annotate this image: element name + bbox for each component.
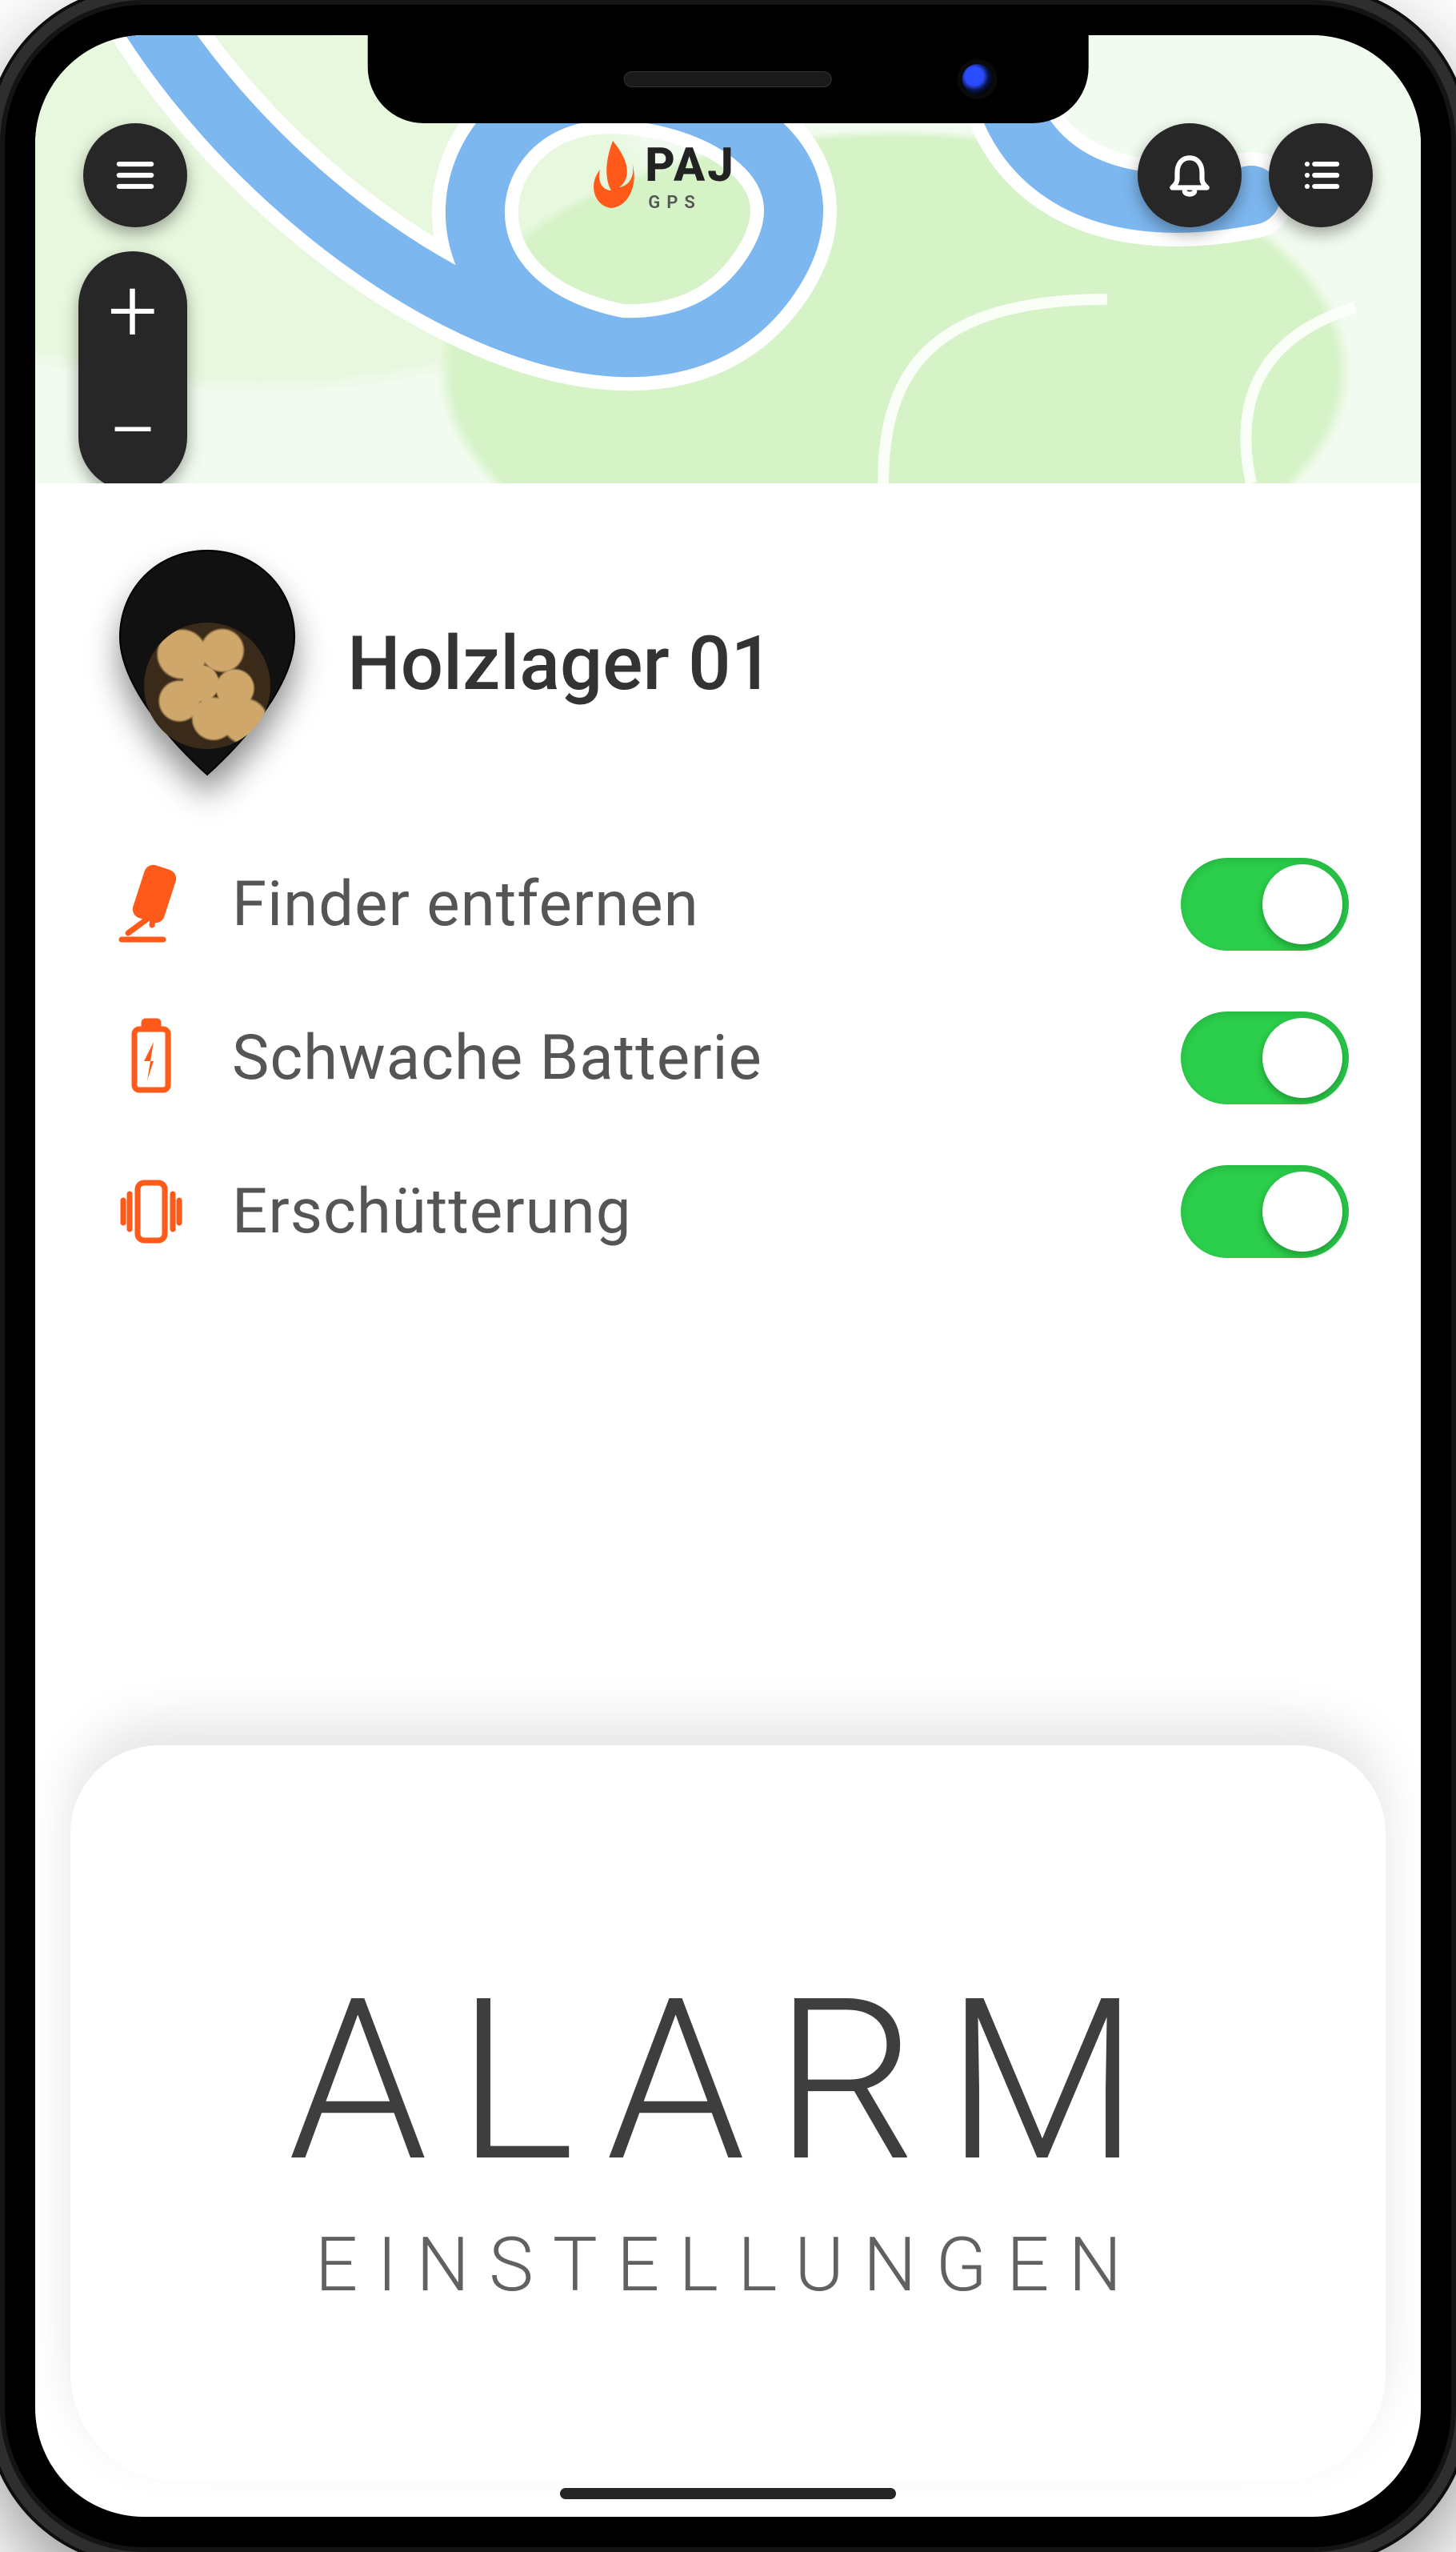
alarm-label: Erschütterung: [232, 1176, 1144, 1248]
brand-name: PAJ: [645, 138, 735, 193]
bottom-title: ALARM: [288, 1950, 1168, 2213]
bottom-subtitle: EINSTELLUNGEN: [315, 2221, 1141, 2309]
alarm-settings-panel: Holzlager 01 Finder entfernen: [35, 483, 1421, 1296]
speaker-grill: [624, 71, 832, 87]
list-button[interactable]: [1269, 123, 1373, 227]
tracker-header: Holzlager 01: [107, 547, 1349, 779]
menu-button[interactable]: [83, 123, 187, 227]
flame-icon: [589, 139, 637, 211]
brand-logo: PAJ GPS: [589, 138, 735, 213]
zoom-out-button[interactable]: −: [108, 387, 158, 475]
tracker-title: Holzlager 01: [347, 619, 774, 707]
bell-icon: [1165, 150, 1214, 200]
vibration-icon: [107, 1172, 195, 1252]
menu-icon: [110, 150, 160, 200]
phone-frame: PAJ GPS: [0, 0, 1456, 2552]
toggle-vibration[interactable]: [1181, 1165, 1349, 1258]
alarm-row-remove-finder: Finder entfernen: [107, 835, 1349, 989]
alarm-label: Schwache Batterie: [232, 1022, 1144, 1095]
home-indicator[interactable]: [560, 2488, 896, 2499]
list-icon: [1296, 150, 1346, 200]
top-bar: PAJ GPS: [83, 123, 1373, 227]
alarm-label: Finder entfernen: [232, 868, 1144, 941]
bottom-sheet[interactable]: ALARM EINSTELLUNGEN: [70, 1745, 1386, 2482]
zoom-in-button[interactable]: +: [108, 267, 158, 355]
notifications-button[interactable]: [1138, 123, 1242, 227]
remove-finder-icon: [107, 864, 195, 944]
screen: PAJ GPS: [35, 35, 1421, 2517]
brand-sub: GPS: [648, 193, 735, 213]
notch: [368, 35, 1089, 123]
alarm-row-vibration: Erschütterung: [107, 1143, 1349, 1296]
toggle-low-battery[interactable]: [1181, 1012, 1349, 1104]
tracker-avatar-wood-logs: [144, 623, 270, 749]
low-battery-icon: [107, 1018, 195, 1098]
front-camera: [962, 64, 992, 94]
alarm-row-low-battery: Schwache Batterie: [107, 989, 1349, 1143]
zoom-control: + −: [78, 251, 187, 483]
toggle-remove-finder[interactable]: [1181, 858, 1349, 951]
tracker-pin[interactable]: [115, 547, 299, 779]
